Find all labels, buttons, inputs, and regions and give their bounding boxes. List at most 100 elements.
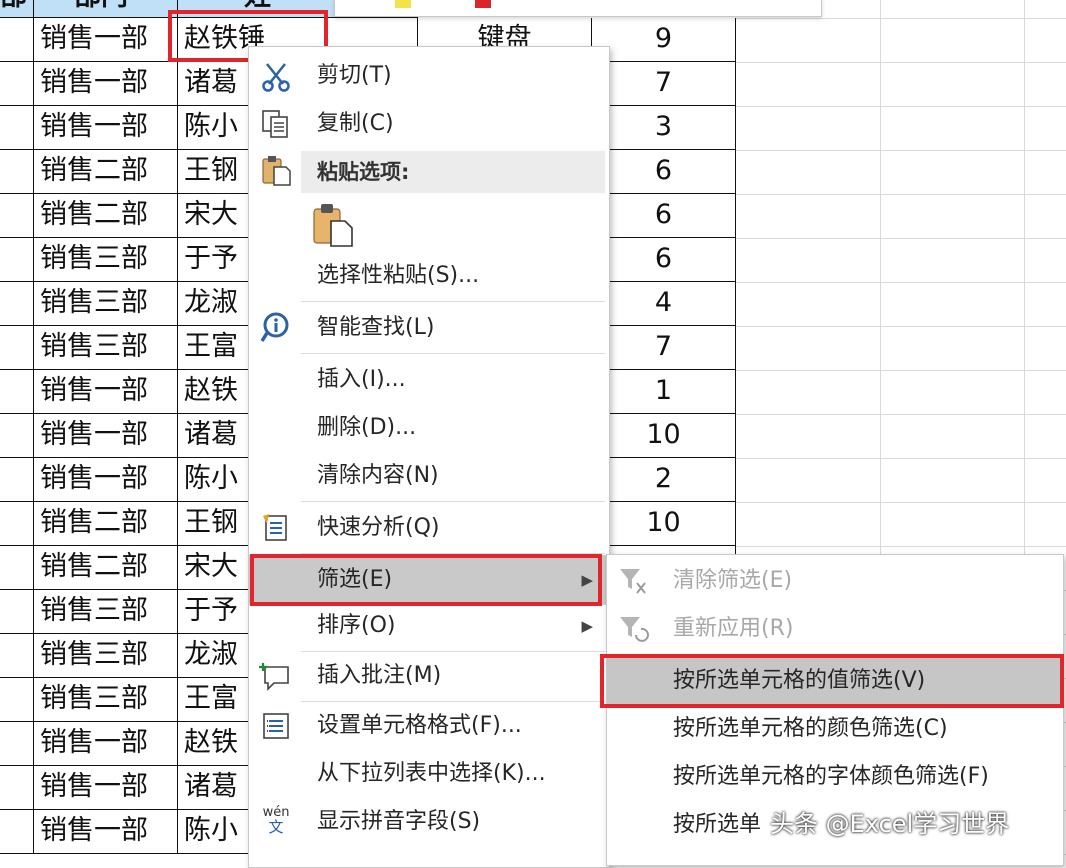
table-cell[interactable] (0, 326, 34, 370)
menu-item-sort[interactable]: 排序(O) ▶ (249, 603, 609, 649)
menu-item-show-phonetic[interactable]: wén 文 显示拼音字段(S) (249, 799, 609, 845)
table-cell[interactable] (0, 810, 34, 854)
table-cell-dept[interactable]: 销售一部 (34, 62, 178, 106)
table-cell-dept[interactable]: 销售二部 (34, 194, 178, 238)
submenu-item-clear-filter[interactable]: 清除筛选(E) (607, 557, 1063, 605)
table-cell-dept[interactable]: 销售一部 (34, 810, 178, 854)
table-cell-dept[interactable]: 销售三部 (34, 282, 178, 326)
table-cell-qty[interactable]: 7 (592, 326, 736, 370)
table-cell-dept[interactable]: 销售一部 (34, 722, 178, 766)
table-cell-qty[interactable]: 4 (592, 282, 736, 326)
copy-icon (259, 108, 293, 140)
highlight-color-swatch[interactable] (395, 0, 411, 8)
table-cell[interactable] (0, 106, 34, 150)
table-cell-dept[interactable]: 销售三部 (34, 634, 178, 678)
table-cell[interactable] (0, 766, 34, 810)
paste-icon (259, 154, 293, 186)
table-cell-dept[interactable]: 销售一部 (34, 766, 178, 810)
table-cell-qty[interactable]: 6 (592, 238, 736, 282)
table-cell[interactable] (0, 194, 34, 238)
table-cell[interactable] (0, 590, 34, 634)
table-cell-dept[interactable]: 销售一部 (34, 414, 178, 458)
submenu-item-filter-by-value[interactable]: 按所选单元格的值筛选(V) (607, 657, 1063, 705)
submenu-item-filter-by-color[interactable]: 按所选单元格的颜色筛选(C) (607, 705, 1063, 753)
header-cell-a[interactable]: 部 (0, 0, 34, 18)
table-cell[interactable] (0, 370, 34, 414)
table-cell-qty[interactable]: 6 (592, 194, 736, 238)
table-cell-dept[interactable]: 销售二部 (34, 150, 178, 194)
table-cell[interactable] (0, 238, 34, 282)
submenu-arrow-icon: ▶ (581, 571, 593, 589)
submenu-item-label: 按所选单元格的颜色筛选(C) (673, 716, 948, 741)
table-cell[interactable] (0, 546, 34, 590)
menu-item-label: 选择性粘贴(S)... (317, 263, 480, 288)
menu-item-smart-lookup[interactable]: 智能查找(L) (249, 305, 609, 351)
menu-item-clear-contents[interactable]: 清除内容(N) (249, 453, 609, 499)
table-cell[interactable] (0, 634, 34, 678)
header-cell-dept[interactable]: 部门 (34, 0, 178, 18)
menu-item-format-cells[interactable]: 设置单元格格式(F)... (249, 703, 609, 749)
menu-item-label: 清除内容(N) (317, 463, 439, 488)
menu-item-filter[interactable]: 筛选(E) ▶ (249, 555, 609, 605)
table-cell[interactable] (0, 722, 34, 766)
table-cell-dept[interactable]: 销售一部 (34, 106, 178, 150)
table-cell-qty[interactable]: 9 (592, 18, 736, 62)
table-cell-qty[interactable]: 3 (592, 106, 736, 150)
table-cell[interactable] (0, 414, 34, 458)
menu-item-label: 复制(C) (317, 111, 394, 136)
table-cell[interactable] (0, 502, 34, 546)
menu-item-delete[interactable]: 删除(D)... (249, 405, 609, 451)
menu-item-cut[interactable]: 剪切(T) (249, 53, 609, 99)
table-cell-dept[interactable]: 销售二部 (34, 546, 178, 590)
table-cell-dept[interactable]: 销售一部 (34, 18, 178, 62)
menu-separator (301, 353, 605, 354)
menu-separator (301, 701, 605, 702)
menu-item-insert-comment[interactable]: 插入批注(M) (249, 653, 609, 699)
table-cell-qty[interactable]: 1 (592, 370, 736, 414)
submenu-arrow-icon: ▶ (581, 617, 593, 635)
comment-icon (259, 660, 293, 692)
menu-item-paste-special[interactable]: 选择性粘贴(S)... (249, 253, 609, 299)
table-cell-dept[interactable]: 销售三部 (34, 590, 178, 634)
paste-options-header: 粘贴选项: (301, 151, 605, 193)
table-cell[interactable] (0, 18, 34, 62)
table-cell-qty[interactable]: 10 (592, 414, 736, 458)
reapply-filter-icon (617, 613, 651, 645)
table-cell-dept[interactable]: 销售二部 (34, 502, 178, 546)
gridline (736, 458, 1066, 459)
submenu-item-filter-by-font-color[interactable]: 按所选单元格的字体颜色筛选(F) (607, 753, 1063, 801)
table-cell[interactable] (0, 62, 34, 106)
table-cell[interactable] (0, 282, 34, 326)
gridline (736, 502, 1066, 503)
watermark: 头条 @Excel学习世界 (770, 810, 1010, 838)
table-cell-dept[interactable]: 销售三部 (34, 678, 178, 722)
submenu-item-label: 清除筛选(E) (673, 568, 793, 593)
menu-separator (301, 501, 605, 502)
menu-item-quick-analysis[interactable]: 快速分析(Q) (249, 505, 609, 551)
submenu-item-label: 按所选单元格的值筛选(V) (673, 668, 926, 693)
table-cell-dept[interactable]: 销售一部 (34, 370, 178, 414)
table-cell-qty[interactable]: 2 (592, 458, 736, 502)
menu-item-label: 插入(I)... (317, 367, 406, 392)
table-cell-dept[interactable]: 销售一部 (34, 458, 178, 502)
table-cell[interactable] (0, 150, 34, 194)
table-cell[interactable] (0, 458, 34, 502)
menu-item-insert[interactable]: 插入(I)... (249, 357, 609, 403)
mini-toolbar (334, 0, 822, 17)
phonetic-icon: wén 文 (259, 806, 293, 838)
gridline (736, 106, 1066, 107)
menu-item-pick-from-list[interactable]: 从下拉列表中选择(K)... (249, 751, 609, 797)
table-cell-dept[interactable]: 销售三部 (34, 238, 178, 282)
scissors-icon (259, 60, 293, 92)
paste-options-label: 粘贴选项: (317, 160, 410, 184)
font-color-swatch[interactable] (475, 0, 491, 8)
paste-default-icon[interactable] (311, 203, 355, 247)
table-cell[interactable] (0, 678, 34, 722)
table-cell-qty[interactable]: 6 (592, 150, 736, 194)
menu-item-label: 剪切(T) (317, 63, 392, 88)
table-cell-dept[interactable]: 销售三部 (34, 326, 178, 370)
table-cell-qty[interactable]: 10 (592, 502, 736, 546)
menu-item-copy[interactable]: 复制(C) (249, 101, 609, 147)
submenu-item-reapply[interactable]: 重新应用(R) (607, 605, 1063, 653)
table-cell-qty[interactable]: 7 (592, 62, 736, 106)
